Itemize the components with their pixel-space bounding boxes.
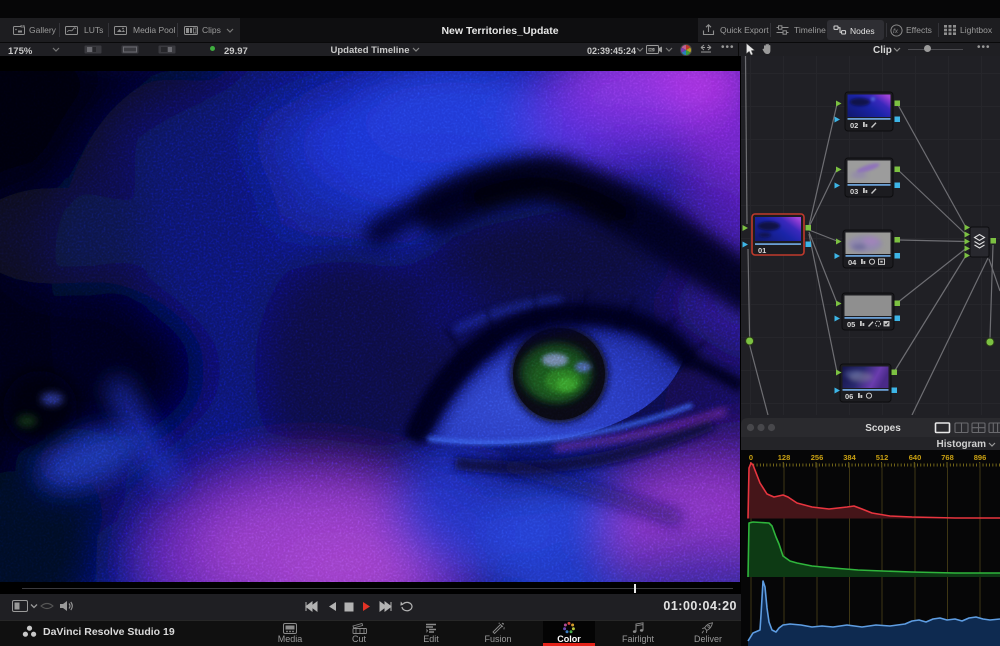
svg-text:Histogram: Histogram	[937, 439, 987, 450]
svg-text:384: 384	[843, 453, 856, 462]
svg-text:06: 06	[845, 392, 853, 401]
svg-text:04: 04	[848, 258, 857, 267]
svg-text:05: 05	[847, 320, 855, 329]
svg-text:896: 896	[974, 453, 987, 462]
svg-text:HD: HD	[649, 48, 654, 52]
svg-text:768: 768	[941, 453, 954, 462]
svg-text:03: 03	[850, 187, 858, 196]
svg-text:Scopes: Scopes	[865, 423, 901, 434]
svg-text:256: 256	[811, 453, 824, 462]
svg-text:0: 0	[749, 453, 753, 462]
svg-text:512: 512	[876, 453, 889, 462]
svg-text:128: 128	[778, 453, 791, 462]
svg-text:fx: fx	[893, 28, 899, 35]
svg-text:01: 01	[758, 246, 766, 255]
svg-text:02: 02	[850, 121, 858, 130]
svg-text:640: 640	[909, 453, 922, 462]
